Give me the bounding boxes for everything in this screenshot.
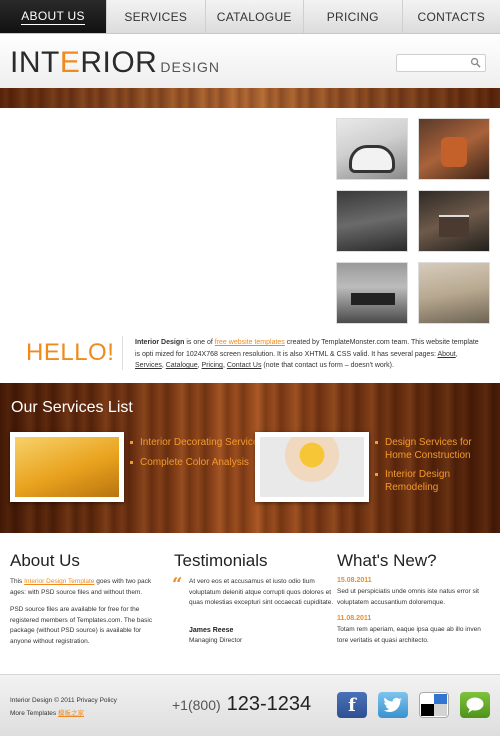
services-list: Interior Decorating Services Complete Co… bbox=[130, 437, 263, 476]
news-date: 11.08.2011 bbox=[337, 615, 372, 622]
testimonial-text: At vero eos et accusamus et iusto odio t… bbox=[189, 578, 334, 606]
hello-intro-text: Interior Design is one of free website t… bbox=[135, 339, 479, 369]
site-logo[interactable]: INTERIOR DESIGN bbox=[10, 46, 220, 80]
about-text: PSD source files are available for free … bbox=[10, 606, 153, 645]
pricing-link[interactable]: Pricing bbox=[202, 362, 223, 369]
nav-item-about-us[interactable]: ABOUT US bbox=[0, 0, 107, 33]
worker-image bbox=[255, 432, 369, 502]
services-list: Design Services for Home Construction In… bbox=[375, 437, 500, 501]
nav-item-services[interactable]: SERVICES bbox=[107, 0, 206, 33]
gallery-thumbnail[interactable] bbox=[418, 262, 490, 324]
nav-item-contacts[interactable]: CONTACTS bbox=[403, 0, 500, 33]
main-nav: ABOUT US SERVICES CATALOGUE PRICING CONT… bbox=[0, 0, 500, 34]
search-input[interactable] bbox=[396, 54, 486, 72]
footer-copyright: Interior Design © 2011 Privacy Policy bbox=[10, 697, 117, 704]
quote-icon: “ bbox=[172, 574, 183, 595]
template-link[interactable]: Interior Design Template bbox=[24, 578, 94, 585]
testimonial-role: Managing Director bbox=[189, 637, 243, 644]
free-templates-link[interactable]: free website templates bbox=[215, 339, 285, 346]
phone-digits: 123-1234 bbox=[226, 693, 312, 715]
nav-item-label: PRICING bbox=[326, 9, 379, 24]
nav-item-label: CONTACTS bbox=[417, 9, 485, 24]
facebook-icon[interactable]: f bbox=[337, 692, 367, 718]
gallery-thumbnail[interactable] bbox=[336, 118, 408, 180]
gallery-thumbnail[interactable] bbox=[418, 190, 490, 252]
testimonial-author: James Reese bbox=[189, 627, 234, 634]
footer-more-templates: More Templates 模板之家 bbox=[10, 710, 84, 717]
news-heading: What's New? bbox=[337, 551, 437, 570]
hello-heading: HELLO! bbox=[26, 339, 115, 366]
delicious-icon[interactable] bbox=[419, 692, 449, 718]
site-header: INTERIOR DESIGN bbox=[0, 34, 500, 88]
more-templates-link[interactable]: 模板之家 bbox=[58, 710, 84, 717]
news-text: Totam rem aperiam, eaque ipsa quae ab il… bbox=[337, 626, 481, 644]
nav-item-catalogue[interactable]: CATALOGUE bbox=[206, 0, 304, 33]
site-footer: Interior Design © 2011 Privacy Policy Mo… bbox=[0, 674, 500, 736]
twitter-icon[interactable] bbox=[378, 692, 408, 718]
about-text: This Interior Design Template goes with … bbox=[10, 578, 152, 596]
services-link[interactable]: Services bbox=[135, 362, 162, 369]
service-link[interactable]: Design Services for Home Construction bbox=[375, 437, 500, 462]
service-link[interactable]: Complete Color Analysis bbox=[130, 457, 263, 470]
testimonials-heading: Testimonials bbox=[174, 551, 268, 570]
contact-us-link[interactable]: Contact Us bbox=[227, 362, 262, 369]
service-link[interactable]: Interior Design Remodeling bbox=[375, 469, 500, 494]
news-text: Sed ut perspiciatis unde omnis iste natu… bbox=[337, 588, 479, 606]
wood-banner-strip bbox=[0, 88, 500, 108]
news-date: 15.08.2011 bbox=[337, 577, 372, 584]
phone-number: +1(800) 123-1234 bbox=[172, 693, 311, 716]
gallery-thumbnail[interactable] bbox=[336, 262, 408, 324]
logo-main-text: INTERIOR bbox=[10, 46, 158, 79]
nav-item-label: ABOUT US bbox=[21, 8, 85, 25]
hello-divider bbox=[122, 336, 123, 370]
gallery-thumbnail[interactable] bbox=[418, 118, 490, 180]
about-link[interactable]: About bbox=[437, 351, 455, 358]
catalogue-link[interactable]: Catalogue bbox=[166, 362, 198, 369]
chat-icon[interactable] bbox=[460, 692, 490, 718]
nav-item-pricing[interactable]: PRICING bbox=[304, 0, 403, 33]
paint-roller-image bbox=[10, 432, 124, 502]
nav-item-label: SERVICES bbox=[124, 9, 188, 24]
logo-sub-text: DESIGN bbox=[160, 59, 221, 75]
services-title: Our Services List bbox=[11, 399, 133, 416]
phone-code: +1(800) bbox=[172, 697, 221, 713]
gallery-thumbnail[interactable] bbox=[336, 190, 408, 252]
service-link[interactable]: Interior Decorating Services bbox=[130, 437, 263, 450]
services-section: Our Services List Interior Decorating Se… bbox=[0, 383, 500, 533]
about-heading: About Us bbox=[10, 551, 80, 570]
nav-item-label: CATALOGUE bbox=[216, 9, 292, 24]
search-icon[interactable] bbox=[470, 57, 481, 68]
